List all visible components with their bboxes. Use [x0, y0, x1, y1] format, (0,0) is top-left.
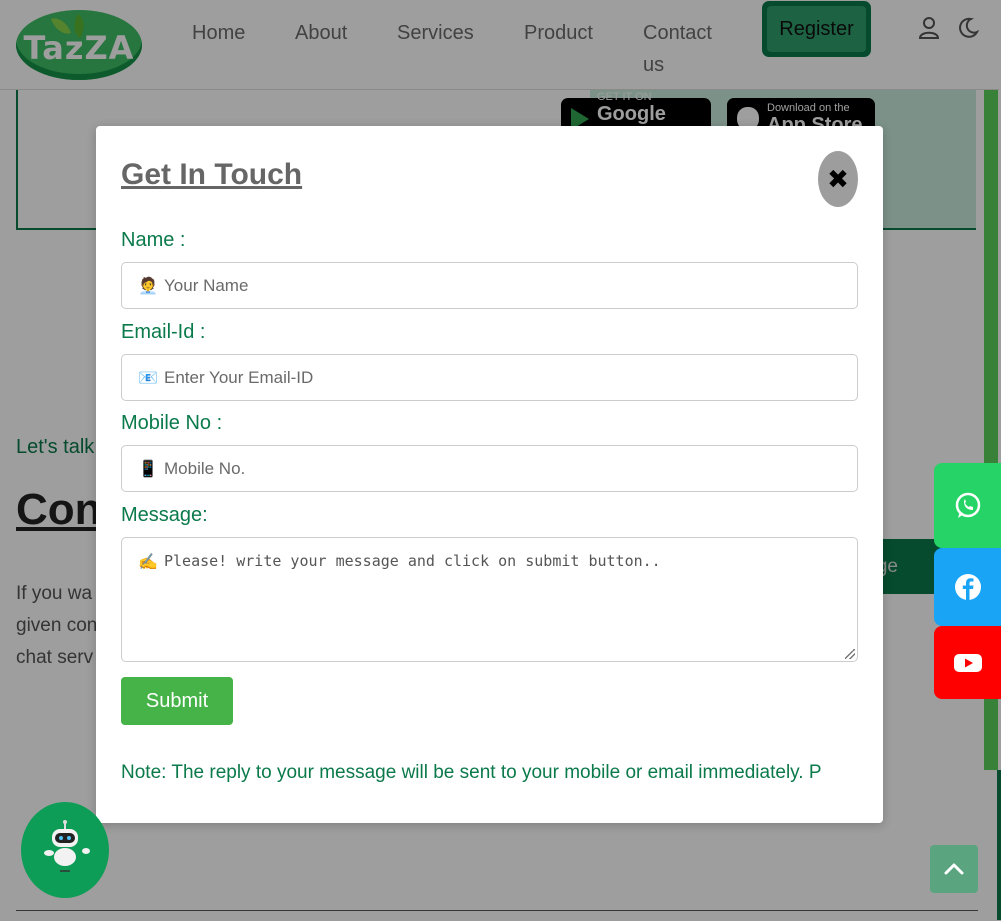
- mobile-input[interactable]: [164, 458, 857, 479]
- mobile-field-box: 📱: [121, 445, 858, 492]
- whatsapp-icon: [955, 492, 980, 518]
- modal-title: Get In Touch: [121, 158, 303, 191]
- facebook-button[interactable]: [934, 548, 1001, 626]
- whatsapp-button[interactable]: [934, 463, 1001, 548]
- person-icon: 🧑‍💼: [138, 277, 158, 295]
- email-input[interactable]: [164, 367, 857, 388]
- contact-modal: Get In Touch ✖ Name : 🧑‍💼 Email-Id : 📧 M…: [96, 126, 883, 823]
- chatbot-button[interactable]: [21, 802, 109, 898]
- close-button[interactable]: ✖: [818, 151, 858, 207]
- email-field-box: 📧: [121, 354, 858, 401]
- message-textarea[interactable]: [164, 552, 841, 642]
- name-field-box: 🧑‍💼: [121, 262, 858, 309]
- robot-icon: [44, 820, 90, 872]
- message-field-box: ✍️: [121, 537, 858, 662]
- email-label: Email-Id :: [121, 321, 206, 343]
- name-input[interactable]: [164, 275, 857, 296]
- close-icon: ✖: [827, 164, 849, 194]
- reply-note: Note: The reply to your message will be …: [121, 762, 822, 783]
- scroll-to-top-button[interactable]: [930, 845, 978, 893]
- resize-handle[interactable]: [845, 649, 855, 659]
- facebook-icon: [954, 574, 981, 600]
- chevron-up-icon: [944, 863, 964, 875]
- name-label: Name :: [121, 229, 186, 251]
- youtube-icon: [953, 653, 982, 672]
- mobile-label: Mobile No :: [121, 412, 223, 434]
- envelope-icon: 📧: [138, 369, 158, 387]
- mobile-phone-icon: 📱: [138, 460, 158, 478]
- writing-hand-icon: ✍️: [138, 554, 158, 571]
- message-label: Message:: [121, 504, 208, 526]
- youtube-button[interactable]: [934, 626, 1001, 699]
- submit-button[interactable]: Submit: [121, 677, 233, 725]
